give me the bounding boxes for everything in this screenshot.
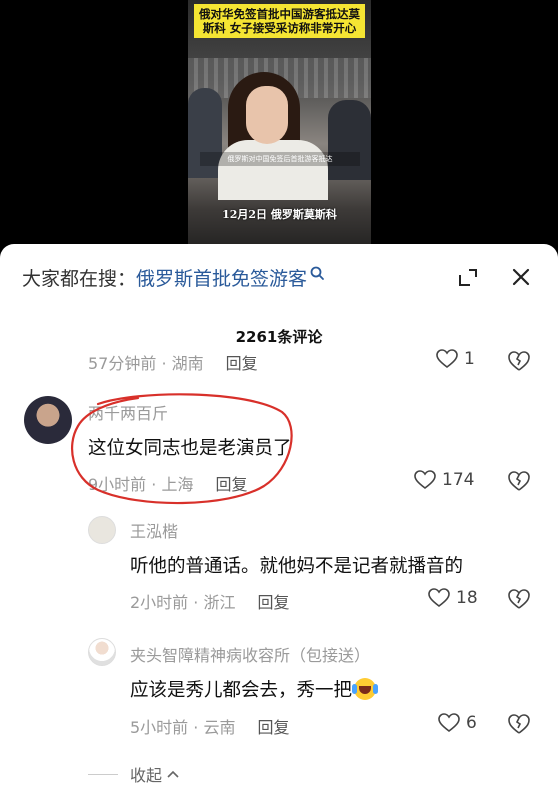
- like-button[interactable]: 174: [414, 470, 474, 490]
- reply-time-location: 5小时前 · 云南: [130, 718, 236, 737]
- collapse-label: 收起: [130, 766, 163, 785]
- reply-time-location: 2小时前 · 浙江: [130, 593, 236, 612]
- search-icon: [310, 266, 324, 280]
- like-count: 1: [464, 349, 475, 369]
- video-date-location: 12月2日 俄罗斯莫斯科: [222, 208, 337, 221]
- search-prefix: 大家都在搜：: [22, 267, 137, 290]
- heart-icon: [428, 588, 450, 608]
- expand-icon[interactable]: [456, 266, 480, 290]
- like-button[interactable]: 6: [438, 713, 477, 733]
- reply-text-content: 应该是秀儿都会去，秀一把: [130, 680, 353, 701]
- comment-time-location: 57分钟前 · 湖南: [88, 354, 204, 373]
- broken-heart-icon[interactable]: [508, 588, 530, 610]
- reply-button[interactable]: 回复: [257, 718, 289, 737]
- like-button[interactable]: 1: [436, 349, 475, 369]
- reply-button[interactable]: 回复: [257, 593, 289, 612]
- avatar[interactable]: [24, 396, 72, 444]
- avatar[interactable]: [88, 638, 116, 666]
- divider: [88, 773, 118, 775]
- reply-meta: 5小时前 · 云南 回复: [130, 714, 289, 738]
- woman-coat: [218, 140, 328, 200]
- video-player[interactable]: 俄对华免签首批中国游客抵达莫斯科 女子接受采访称非常开心 俄罗斯对中国免签后首批…: [188, 0, 371, 262]
- reply-button[interactable]: 回复: [226, 354, 258, 373]
- reply-text: 应该是秀儿都会去，秀一把: [130, 676, 377, 702]
- reply-username[interactable]: 王泓楷: [130, 518, 178, 542]
- broken-heart-icon[interactable]: [508, 350, 530, 372]
- broken-heart-icon[interactable]: [508, 470, 530, 492]
- woman-face: [246, 86, 288, 144]
- like-button[interactable]: 18: [428, 588, 478, 608]
- reply-text: 听他的普通话。就他妈不是记者就播音的: [130, 556, 464, 577]
- search-term-link[interactable]: 俄罗斯首批免签游客: [136, 264, 307, 291]
- heart-icon: [436, 349, 458, 369]
- video-area[interactable]: 俄对华免签首批中国游客抵达莫斯科 女子接受采访称非常开心 俄罗斯对中国免签后首批…: [0, 0, 558, 262]
- comment-meta: 57分钟前 · 湖南 回复: [88, 350, 258, 374]
- heart-icon: [438, 713, 460, 733]
- close-icon[interactable]: [508, 264, 534, 290]
- comments-count: 2261条评论: [235, 328, 323, 346]
- comment-time-location: 9小时前 · 上海: [88, 475, 194, 494]
- comment-username[interactable]: 两千两百斤: [88, 400, 168, 424]
- chevron-up-icon: [167, 770, 179, 778]
- video-title: 俄对华免签首批中国游客抵达莫斯科 女子接受采访称非常开心: [194, 4, 365, 38]
- comment-sheet: 大家都在搜： 俄罗斯首批免签游客 2261条评论 57分钟前 · 湖南 回复 1 …: [0, 244, 558, 800]
- like-count: 6: [466, 713, 477, 733]
- background-person: [328, 100, 371, 180]
- collapse-replies-button[interactable]: 收起: [88, 762, 180, 786]
- like-count: 18: [456, 588, 478, 608]
- heart-icon: [414, 470, 436, 490]
- search-suggestion[interactable]: 大家都在搜： 俄罗斯首批免签游客: [22, 264, 327, 290]
- crying-laughing-emoji-icon: [352, 678, 377, 700]
- comment-meta: 9小时前 · 上海 回复: [88, 471, 247, 495]
- video-subtitle: 俄罗斯对中国免签后首批游客抵达: [200, 152, 360, 166]
- avatar[interactable]: [88, 516, 116, 544]
- like-count: 174: [442, 470, 475, 490]
- reply-meta: 2小时前 · 浙江 回复: [130, 589, 289, 613]
- reply-username[interactable]: 夹头智障精神病收容所（包接送）: [130, 642, 370, 666]
- reply-button[interactable]: 回复: [215, 475, 247, 494]
- comment-text: 这位女同志也是老演员了: [88, 438, 292, 459]
- broken-heart-icon[interactable]: [508, 713, 530, 735]
